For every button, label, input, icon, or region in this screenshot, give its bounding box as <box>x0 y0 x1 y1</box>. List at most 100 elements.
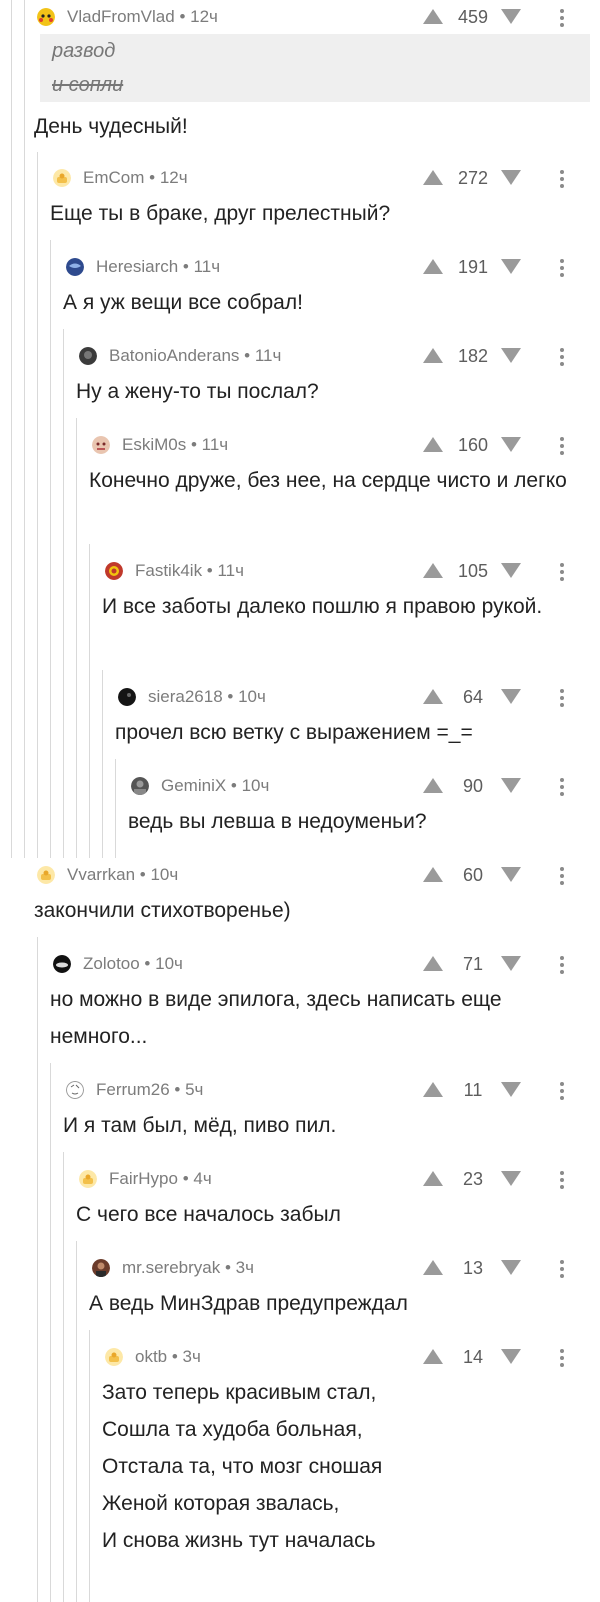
upvote-icon[interactable] <box>423 689 443 704</box>
thread-line[interactable] <box>63 329 64 858</box>
comment-meta: Fastik4ik • 11ч <box>135 562 244 580</box>
upvote-icon[interactable] <box>423 259 443 274</box>
downvote-icon[interactable] <box>501 778 521 793</box>
thread-line[interactable] <box>37 937 38 1602</box>
downvote-icon[interactable] <box>501 1171 521 1186</box>
comment: EmCom • 12ч 272 Еще ты в браке, друг преле… <box>50 161 600 225</box>
upvote-icon[interactable] <box>423 170 443 185</box>
upvote-icon[interactable] <box>423 778 443 793</box>
downvote-icon[interactable] <box>501 348 521 363</box>
thread-line[interactable] <box>24 0 25 858</box>
username-link[interactable]: Fastik4ik <box>135 561 202 580</box>
username-link[interactable]: GeminiX <box>161 776 226 795</box>
comment-text-line: С чего все началось забыл <box>76 1203 341 1226</box>
default-avatar[interactable] <box>79 1170 97 1188</box>
username-link[interactable]: VladFromVlad <box>67 7 175 26</box>
downvote-icon[interactable] <box>501 689 521 704</box>
more-options-icon[interactable] <box>560 9 564 27</box>
separator-dot: • <box>220 1258 236 1277</box>
face-avatar[interactable] <box>92 436 110 454</box>
upvote-icon[interactable] <box>423 1082 443 1097</box>
username-link[interactable]: EmCom <box>83 168 144 187</box>
upvote-icon[interactable] <box>423 9 443 24</box>
thread-line[interactable] <box>89 544 90 858</box>
comment-header: Ferrum26 • 5ч 11 <box>66 1073 600 1107</box>
downvote-icon[interactable] <box>501 1349 521 1364</box>
thread-line[interactable] <box>11 0 12 858</box>
upvote-icon[interactable] <box>423 437 443 452</box>
portrait-avatar[interactable] <box>131 777 149 795</box>
more-options-icon[interactable] <box>560 1082 564 1100</box>
username-link[interactable]: Vvarrkan <box>67 865 135 884</box>
upvote-icon[interactable] <box>423 1349 443 1364</box>
username-link[interactable]: mr.serebryak <box>122 1258 220 1277</box>
thread-line[interactable] <box>50 240 51 858</box>
downvote-icon[interactable] <box>501 259 521 274</box>
more-options-icon[interactable] <box>560 778 564 796</box>
thread-line[interactable] <box>115 759 116 858</box>
username-link[interactable]: Zolotoo <box>83 954 140 973</box>
thread-line[interactable] <box>102 670 103 858</box>
downvote-icon[interactable] <box>501 437 521 452</box>
downvote-icon[interactable] <box>501 9 521 24</box>
default-avatar[interactable] <box>105 1348 123 1366</box>
default-avatar[interactable] <box>53 169 71 187</box>
thread-line[interactable] <box>76 1241 77 1602</box>
emblem-avatar[interactable] <box>105 562 123 580</box>
downvote-icon[interactable] <box>501 956 521 971</box>
comment-time: 5ч <box>185 1080 204 1099</box>
separator-dot: • <box>169 1080 186 1099</box>
black-avatar[interactable] <box>118 688 136 706</box>
thread-line[interactable] <box>50 1063 51 1602</box>
dark-avatar[interactable] <box>79 347 97 365</box>
default-avatar[interactable] <box>37 866 55 884</box>
thread-line[interactable] <box>37 152 38 858</box>
username-link[interactable]: siera2618 <box>148 687 223 706</box>
more-options-icon[interactable] <box>560 1260 564 1278</box>
more-options-icon[interactable] <box>560 170 564 188</box>
rating-count: 105 <box>457 561 489 581</box>
thread-line[interactable] <box>89 1330 90 1602</box>
sketch-avatar[interactable] <box>66 1081 84 1099</box>
upvote-icon[interactable] <box>423 1260 443 1275</box>
upvote-icon[interactable] <box>423 1171 443 1186</box>
rating-count: 13 <box>462 1258 484 1278</box>
downvote-icon[interactable] <box>501 867 521 882</box>
separator-dot: • <box>174 7 191 26</box>
username-link[interactable]: BatonioAnderans <box>109 346 239 365</box>
upvote-icon[interactable] <box>423 563 443 578</box>
upvote-icon[interactable] <box>423 867 443 882</box>
upvote-icon[interactable] <box>423 348 443 363</box>
upvote-icon[interactable] <box>423 956 443 971</box>
globe-avatar[interactable] <box>66 258 84 276</box>
more-options-icon[interactable] <box>560 1171 564 1189</box>
comment-text: Ну а жену-то ты послал? <box>76 373 600 410</box>
thread-line[interactable] <box>63 1152 64 1602</box>
more-options-icon[interactable] <box>560 348 564 366</box>
more-options-icon[interactable] <box>560 867 564 885</box>
more-options-icon[interactable] <box>560 1349 564 1367</box>
more-options-icon[interactable] <box>560 259 564 277</box>
more-options-icon[interactable] <box>560 689 564 707</box>
downvote-icon[interactable] <box>501 170 521 185</box>
more-options-icon[interactable] <box>560 437 564 455</box>
more-options-icon[interactable] <box>560 956 564 974</box>
username-link[interactable]: FairHypo <box>109 1169 178 1188</box>
username-link[interactable]: EskiM0s <box>122 435 186 454</box>
more-options-icon[interactable] <box>560 563 564 581</box>
downvote-icon[interactable] <box>501 563 521 578</box>
comment-header: Vvarrkan • 10ч 60 <box>37 858 600 892</box>
pikachu-avatar[interactable] <box>37 8 55 26</box>
comment-time: 11ч <box>193 257 221 276</box>
username-link[interactable]: oktb <box>135 1347 167 1366</box>
comment-meta: EmCom • 12ч <box>83 169 188 187</box>
thread-line[interactable] <box>76 418 77 858</box>
username-link[interactable]: Heresiarch <box>96 257 178 276</box>
comment-text: ведь вы левша в недоуменьи? <box>128 803 600 840</box>
downvote-icon[interactable] <box>501 1260 521 1275</box>
person-avatar[interactable] <box>92 1259 110 1277</box>
username-link[interactable]: Ferrum26 <box>96 1080 170 1099</box>
comment-text: Зато теперь красивым стал, Сошла та худоб… <box>102 1374 600 1559</box>
car-avatar[interactable] <box>53 955 71 973</box>
downvote-icon[interactable] <box>501 1082 521 1097</box>
